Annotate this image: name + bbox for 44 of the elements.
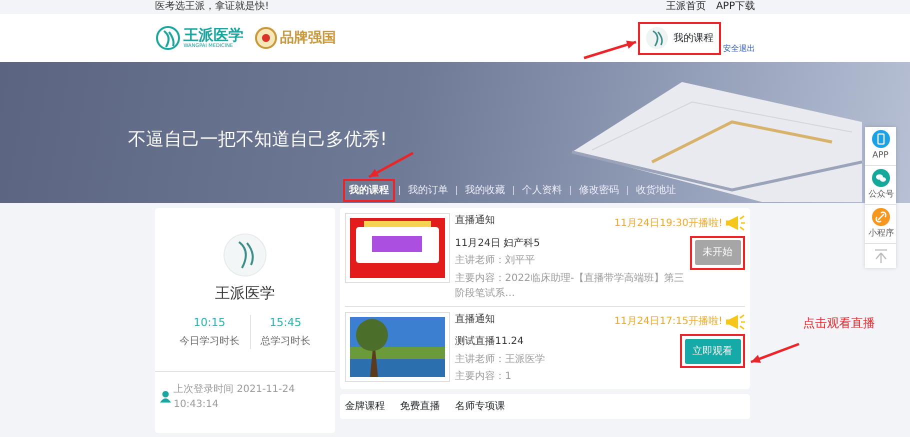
content-text: 主要内容：1	[455, 370, 512, 384]
stat-label: 今日学习时长	[180, 334, 240, 348]
live-title: 直播通知	[455, 214, 495, 228]
side-label[interactable]: APP	[872, 148, 889, 162]
nav-tab[interactable]: 我的订单	[404, 181, 452, 200]
callout-text: 点击观看直播	[803, 315, 875, 332]
start-time: 11月24日17:15开播啦!	[614, 314, 722, 329]
megaphone-icon	[725, 312, 745, 332]
teacher-text: 主讲老师：刘平平	[455, 254, 536, 268]
avatar-icon	[223, 233, 267, 277]
live-subject: 11月24日 妇产科5	[455, 236, 541, 250]
banner-slogan: 不逼自己一把不知道自己多优秀!	[128, 128, 388, 152]
content-text: 主要内容：2022临床助理-【直播带学高端班】第三阶段笔试系…	[455, 272, 685, 300]
megaphone-icon	[725, 213, 745, 233]
live-subject: 测试直播11.24	[455, 334, 525, 349]
logout-link[interactable]: 安全退出	[723, 42, 755, 54]
stat-label: 总学习时长	[260, 334, 310, 348]
avatar-icon	[644, 26, 668, 50]
stat-value: 10:15	[192, 314, 226, 330]
side-label[interactable]: 小程序	[868, 226, 894, 240]
course-tab[interactable]: 免费直播	[400, 399, 440, 414]
nav-tab[interactable]: 我的课程	[345, 181, 393, 200]
top-slogan: 医考选王派，拿证就是快!	[155, 0, 270, 14]
side-label[interactable]: 公众号	[868, 188, 894, 200]
user-icon	[160, 390, 172, 403]
top-link[interactable]: APP下载	[716, 0, 755, 14]
start-time: 11月24日19:30开播啦!	[614, 216, 722, 230]
profile-name: 王派医学	[215, 283, 275, 304]
last-login-text: 上次登录时间 2021-11-24 10:43:14	[174, 382, 296, 412]
teacher-text: 主讲老师：王派医学	[455, 352, 546, 366]
phone-icon[interactable]	[872, 130, 890, 148]
back-to-top-icon[interactable]	[872, 248, 888, 264]
link-icon[interactable]	[872, 208, 890, 226]
stat-value: 15:45	[268, 314, 302, 330]
logo-icon	[155, 25, 181, 51]
badge-icon	[254, 26, 278, 50]
live-title: 直播通知	[455, 312, 495, 326]
course-tab[interactable]: 金牌课程	[345, 399, 385, 414]
top-link[interactable]: 王派首页	[666, 0, 706, 14]
brand-text: 品牌强国	[280, 28, 336, 48]
my-courses-link[interactable]: 我的课程	[674, 30, 714, 46]
chat-icon[interactable]	[872, 168, 890, 186]
logo-text: 王派医学	[184, 27, 244, 44]
course-tab[interactable]: 名师专项课	[455, 399, 505, 414]
